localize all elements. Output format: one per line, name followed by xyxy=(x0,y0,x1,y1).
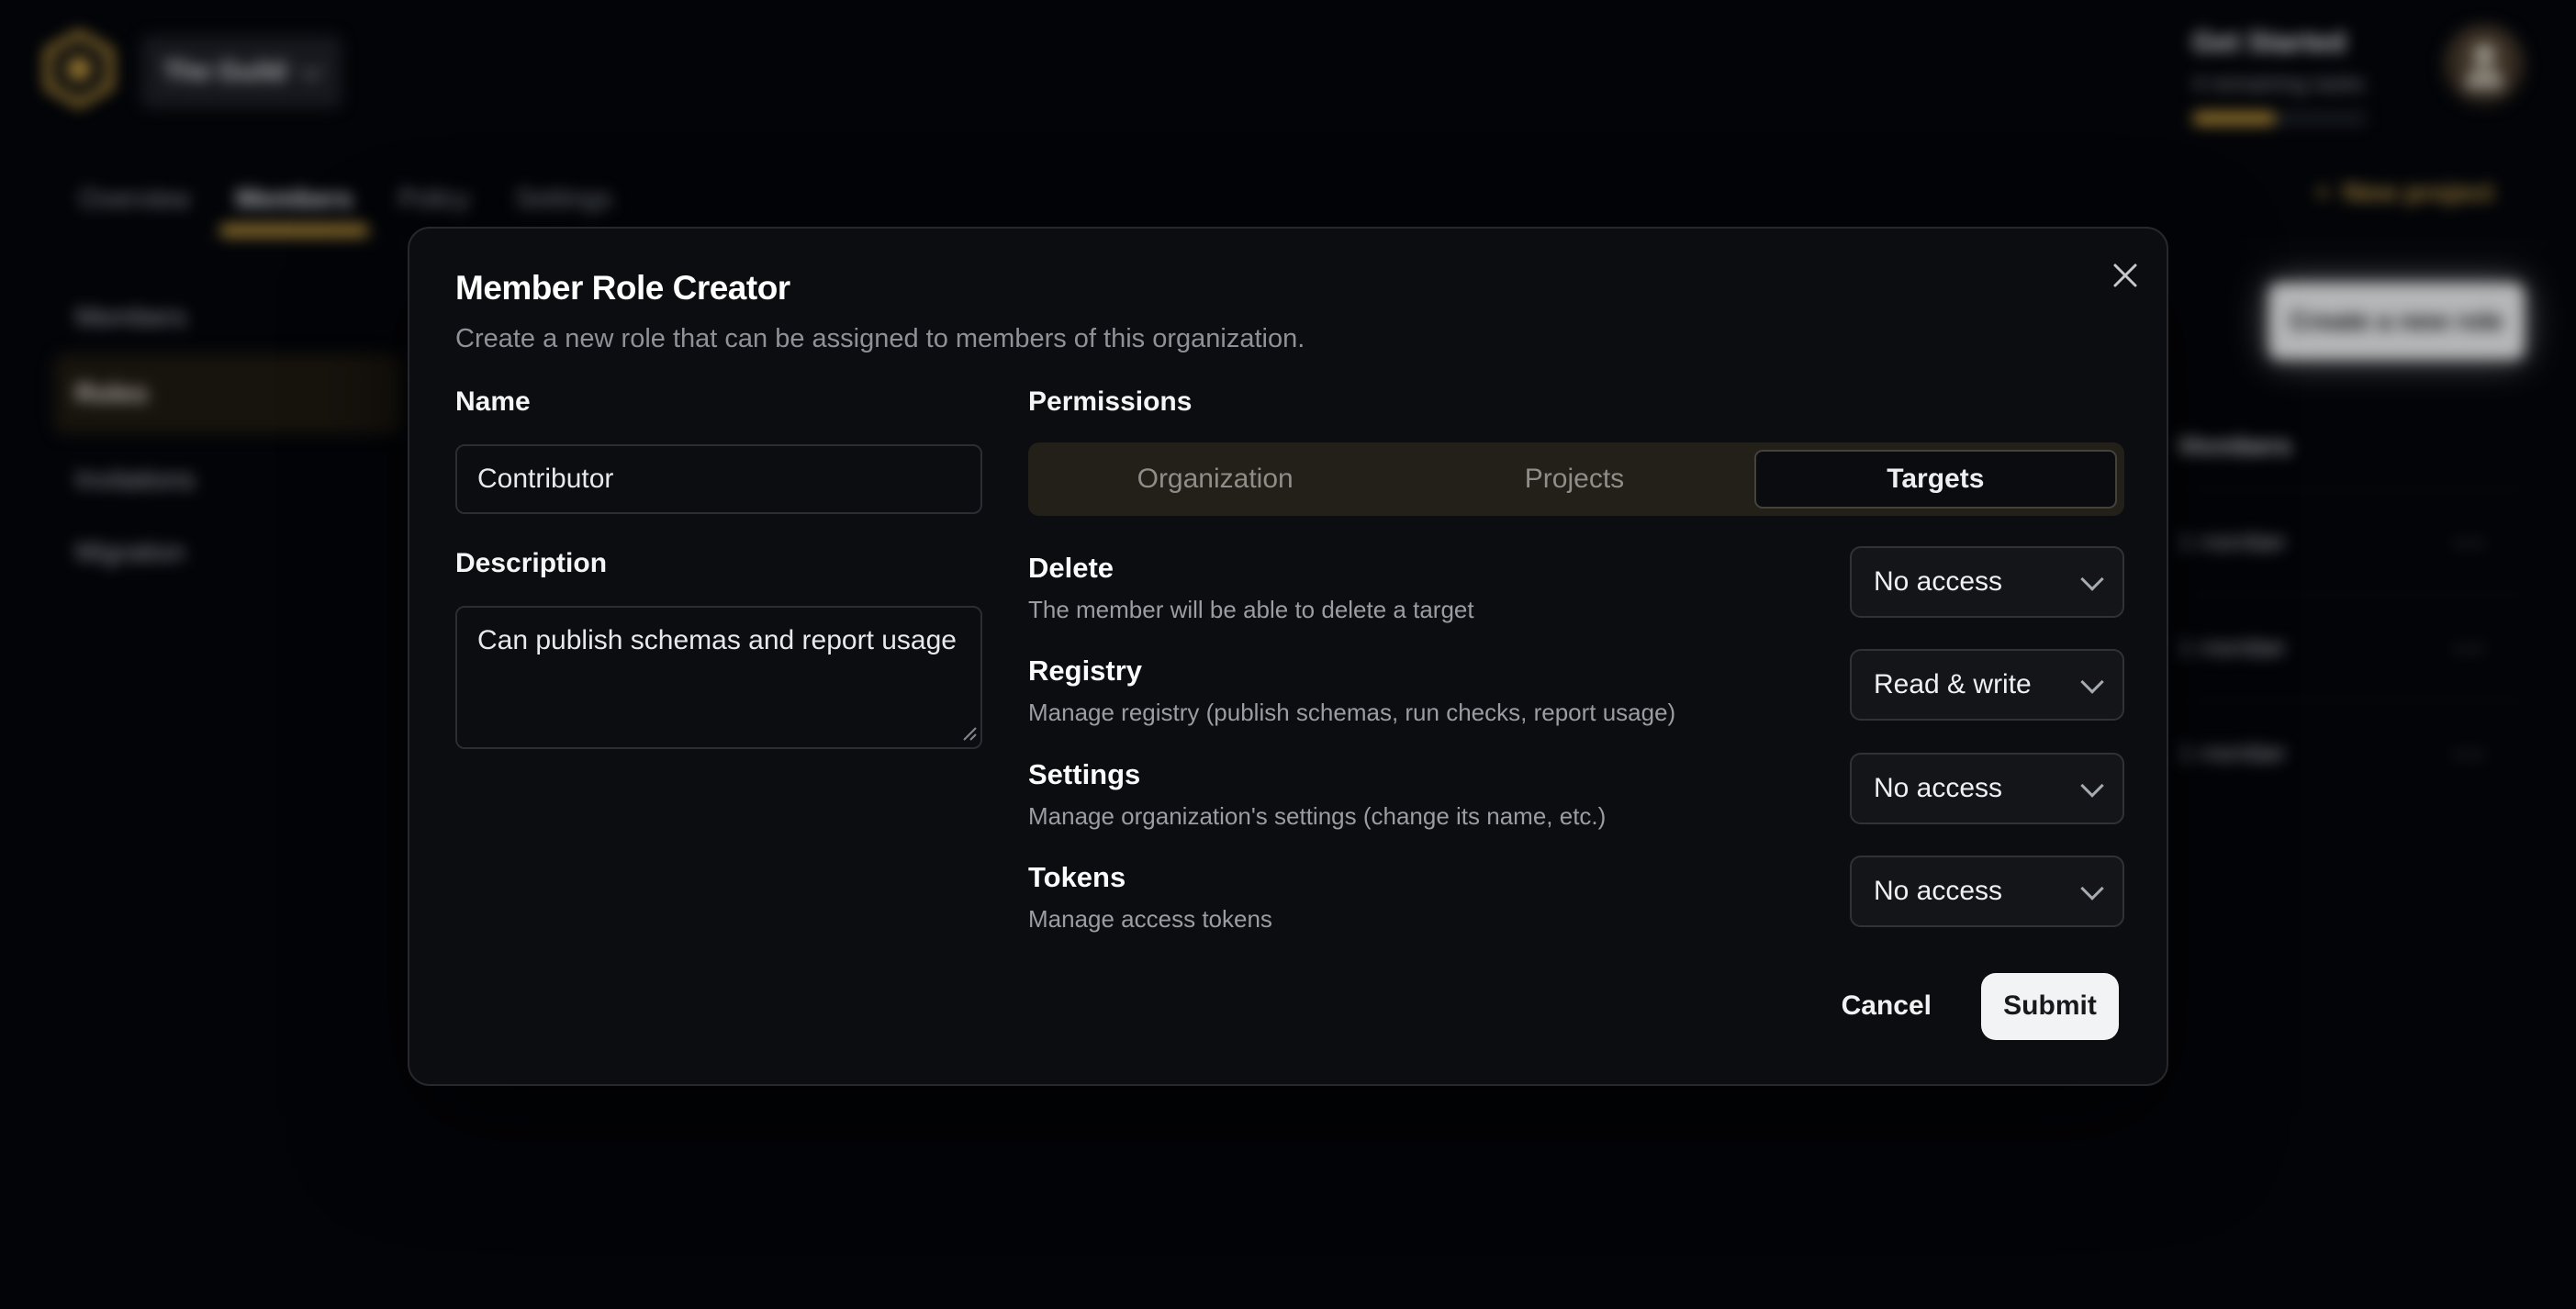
name-label: Name xyxy=(455,386,531,418)
chevron-down-icon xyxy=(2080,877,2103,900)
cancel-button[interactable]: Cancel xyxy=(1832,974,1941,1038)
settings-access-select[interactable]: No access xyxy=(1850,753,2124,824)
select-value: No access xyxy=(1874,876,2002,907)
permissions-label: Permissions xyxy=(1028,386,1192,418)
submit-button[interactable]: Submit xyxy=(1981,973,2119,1040)
permissions-tablist: Organization Projects Targets xyxy=(1028,442,2124,516)
select-value: No access xyxy=(1874,773,2002,804)
permission-row-settings: Settings Manage organization's settings … xyxy=(1028,753,2124,856)
select-value: Read & write xyxy=(1874,669,2032,700)
dialog-footer: Cancel Submit xyxy=(455,965,2119,1047)
chevron-down-icon xyxy=(2080,567,2103,590)
tab-targets-label: Targets xyxy=(1887,464,1984,495)
tab-targets[interactable]: Targets xyxy=(1754,450,2117,509)
tokens-access-select[interactable]: No access xyxy=(1850,856,2124,927)
close-button[interactable] xyxy=(2102,252,2148,298)
close-icon xyxy=(2110,260,2141,291)
tab-projects-label: Projects xyxy=(1525,464,1624,495)
permission-row-tokens: Tokens Manage access tokens No access xyxy=(1028,856,2124,958)
tab-organization-label: Organization xyxy=(1137,464,1294,495)
description-label: Description xyxy=(455,548,607,579)
chevron-down-icon xyxy=(2080,670,2103,693)
dialog-subtitle: Create a new role that can be assigned t… xyxy=(455,324,1305,354)
tab-projects[interactable]: Projects xyxy=(1394,450,1753,509)
description-field-wrap: Can publish schemas and report usage xyxy=(455,606,982,749)
permission-row-registry: Registry Manage registry (publish schema… xyxy=(1028,649,2124,752)
permission-row-delete: Delete The member will be able to delete… xyxy=(1028,546,2124,649)
registry-access-select[interactable]: Read & write xyxy=(1850,649,2124,721)
chevron-down-icon xyxy=(2080,774,2103,797)
dialog-title: Member Role Creator xyxy=(455,269,790,308)
role-description-textarea[interactable]: Can publish schemas and report usage xyxy=(455,606,982,749)
tab-organization[interactable]: Organization xyxy=(1036,450,1394,509)
delete-access-select[interactable]: No access xyxy=(1850,546,2124,618)
member-role-creator-dialog: Member Role Creator Create a new role th… xyxy=(408,227,2168,1086)
resize-handle-icon[interactable] xyxy=(961,725,978,742)
app-screen: The Guild Get Started 4 remaining tasks … xyxy=(0,0,2576,1309)
select-value: No access xyxy=(1874,566,2002,598)
role-name-input[interactable] xyxy=(455,444,982,514)
